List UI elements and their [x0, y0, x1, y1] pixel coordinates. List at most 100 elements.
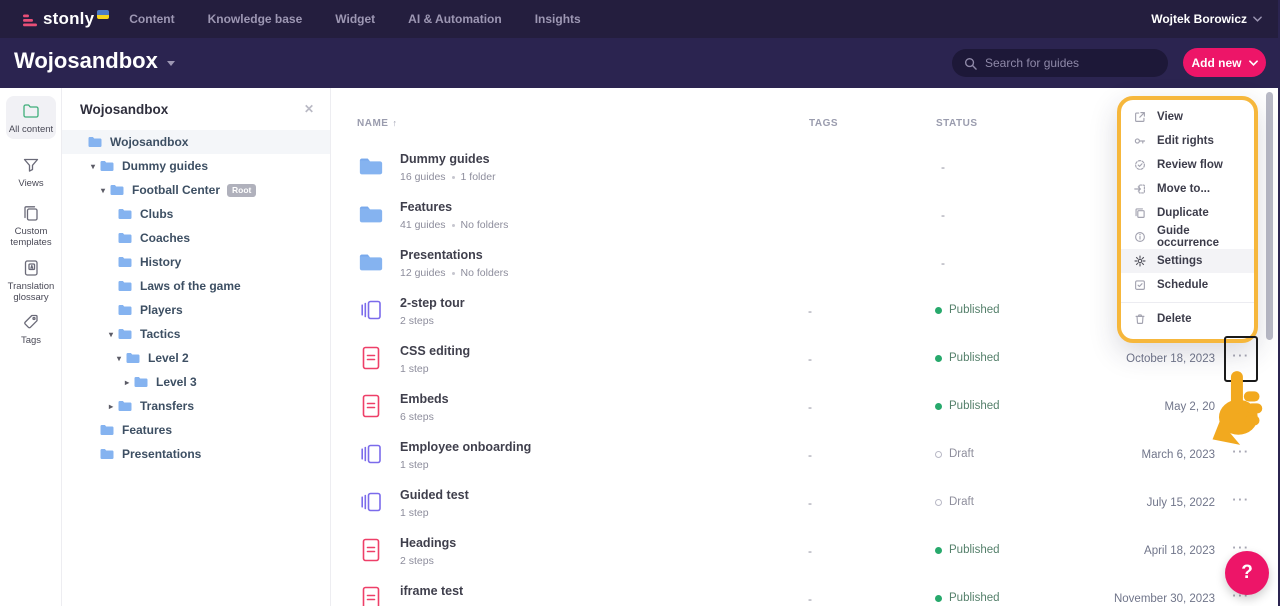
row-menu-button[interactable]: ···: [1228, 396, 1254, 411]
status-badge: Published: [935, 592, 1000, 604]
menu-item-move-to[interactable]: Move to...: [1121, 177, 1254, 201]
folder-icon: [100, 424, 114, 436]
translation-glossary-icon: [21, 258, 41, 278]
row-context-menu: View Edit rights Review flow Move to... …: [1117, 96, 1258, 343]
column-header-tags[interactable]: TAGS: [809, 118, 838, 129]
custom-templates-icon: [21, 203, 41, 223]
tour-guide-icon: [358, 489, 384, 515]
folder-icon: [134, 376, 148, 388]
table-row-headings[interactable]: Headings 2 steps -PublishedApril 18, 202…: [331, 528, 1280, 576]
stonly-logo-icon: [23, 13, 38, 28]
status-badge: Draft: [935, 496, 974, 508]
top-navbar: stonly Content Knowledge base Widget AI & A…: [0, 0, 1280, 38]
help-button[interactable]: ?: [1225, 551, 1269, 595]
tree-item-history[interactable]: History: [62, 250, 330, 274]
tree-panel-title: Wojosandbox: [80, 102, 168, 117]
status-dot-icon: [935, 499, 942, 506]
tree-item-transfers[interactable]: ▸ Transfers: [62, 394, 330, 418]
doc-guide-icon: [358, 585, 384, 606]
tree-item-level-2[interactable]: ▾ Level 2: [62, 346, 330, 370]
stonly-logo[interactable]: stonly: [23, 9, 109, 29]
updated-date: April 18, 2023: [1144, 545, 1215, 557]
tree-item-dummy-guides[interactable]: ▾ Dummy guides: [62, 154, 330, 178]
tree-item-players[interactable]: Players: [62, 298, 330, 322]
folder-icon: [118, 328, 132, 340]
column-header-name[interactable]: NAME↑: [357, 118, 397, 129]
updated-date: March 6, 2023: [1141, 449, 1215, 461]
menu-divider: [1121, 302, 1254, 303]
chevron-down-icon: [1253, 16, 1262, 22]
sidebar-item-all-content[interactable]: All content: [0, 96, 62, 139]
add-new-label: Add new: [1192, 56, 1242, 70]
tags-empty: -: [808, 448, 812, 462]
status-empty: -: [941, 256, 945, 270]
tree-item-laws-of-the-game[interactable]: Laws of the game: [62, 274, 330, 298]
menu-item-duplicate[interactable]: Duplicate: [1121, 201, 1254, 225]
guides-search: [952, 49, 1168, 77]
search-input[interactable]: [985, 56, 1145, 70]
search-icon: [964, 57, 977, 70]
caret-down-icon[interactable]: ▾: [104, 330, 118, 339]
caret-down-icon[interactable]: ▾: [86, 162, 100, 171]
sidebar-item-views[interactable]: Views: [0, 150, 62, 193]
menu-item-review-flow[interactable]: Review flow: [1121, 153, 1254, 177]
blue-folder-icon: [358, 249, 384, 275]
tour-guide-icon: [358, 441, 384, 467]
topnav-item-insights[interactable]: Insights: [535, 12, 581, 26]
topnav-item-knowledge-base[interactable]: Knowledge base: [208, 12, 303, 26]
info-icon: [1133, 230, 1147, 244]
tree-item-football-center[interactable]: ▾ Football Center Root: [62, 178, 330, 202]
target-annotation-box: [1224, 336, 1258, 382]
status-empty: -: [941, 208, 945, 222]
menu-item-delete[interactable]: Delete: [1121, 307, 1254, 331]
status-dot-icon: [935, 307, 942, 314]
left-icon-rail: All content Views Custom templates Trans…: [0, 88, 62, 606]
sidebar-item-tags[interactable]: Tags: [0, 307, 62, 350]
folder-icon: [118, 280, 132, 292]
column-header-status[interactable]: STATUS: [936, 118, 978, 129]
sidebar-item-custom-templates[interactable]: Custom templates: [0, 198, 62, 252]
add-new-button[interactable]: Add new: [1183, 48, 1266, 77]
root-badge: Root: [227, 184, 256, 197]
doc-guide-icon: [358, 393, 384, 419]
tree-item-wojosandbox[interactable]: Wojosandbox: [62, 130, 330, 154]
row-menu-button[interactable]: ···: [1228, 444, 1254, 459]
topnav-item-ai-automation[interactable]: AI & Automation: [408, 12, 502, 26]
caret-right-icon[interactable]: ▸: [104, 402, 118, 411]
menu-item-edit-rights[interactable]: Edit rights: [1121, 129, 1254, 153]
updated-date: May 2, 20: [1165, 401, 1216, 413]
folder-icon: [100, 448, 114, 460]
caret-down-icon[interactable]: ▾: [96, 186, 110, 195]
tree-item-clubs[interactable]: Clubs: [62, 202, 330, 226]
sidebar-item-translation-glossary[interactable]: Translation glossary: [0, 253, 62, 307]
table-row-embeds[interactable]: Embeds 6 steps -PublishedMay 2, 20···: [331, 384, 1280, 432]
row-menu-button[interactable]: ···: [1228, 492, 1254, 507]
tree-item-level-3[interactable]: ▸ Level 3: [62, 370, 330, 394]
blue-folder-icon: [358, 201, 384, 227]
topnav-item-widget[interactable]: Widget: [335, 12, 375, 26]
table-row-employee-onboarding[interactable]: Employee onboarding 1 step -DraftMarch 6…: [331, 432, 1280, 480]
caret-down-icon[interactable]: ▾: [112, 354, 126, 363]
chevron-down-icon: [167, 61, 175, 66]
table-row-guided-test[interactable]: Guided test 1 step -DraftJuly 15, 2022··…: [331, 480, 1280, 528]
doc-guide-icon: [358, 537, 384, 563]
menu-item-guide-occurrence[interactable]: Guide occurrence: [1121, 225, 1254, 249]
tree-item-presentations[interactable]: Presentations: [62, 442, 330, 466]
tree-item-features[interactable]: Features: [62, 418, 330, 442]
caret-right-icon[interactable]: ▸: [120, 378, 134, 387]
status-dot-icon: [935, 595, 942, 602]
user-menu[interactable]: Wojtek Borowicz: [1151, 12, 1262, 26]
tree-item-coaches[interactable]: Coaches: [62, 226, 330, 250]
topnav-item-content[interactable]: Content: [129, 12, 174, 26]
tree-item-tactics[interactable]: ▾ Tactics: [62, 322, 330, 346]
scrollbar-thumb[interactable]: [1266, 92, 1273, 340]
menu-item-view[interactable]: View: [1121, 105, 1254, 129]
schedule-check-icon: [1133, 278, 1147, 292]
close-icon[interactable]: ✕: [304, 102, 314, 116]
menu-item-settings[interactable]: Settings: [1121, 249, 1254, 273]
table-row-iframe-test[interactable]: iframe test -PublishedNovember 30, 2023·…: [331, 576, 1280, 606]
updated-date: July 15, 2022: [1147, 497, 1215, 509]
menu-item-schedule[interactable]: Schedule: [1121, 273, 1254, 297]
workspace-title-dropdown[interactable]: Wojosandbox: [14, 48, 175, 74]
table-row-css-editing[interactable]: CSS editing 1 step -PublishedOctober 18,…: [331, 336, 1280, 384]
